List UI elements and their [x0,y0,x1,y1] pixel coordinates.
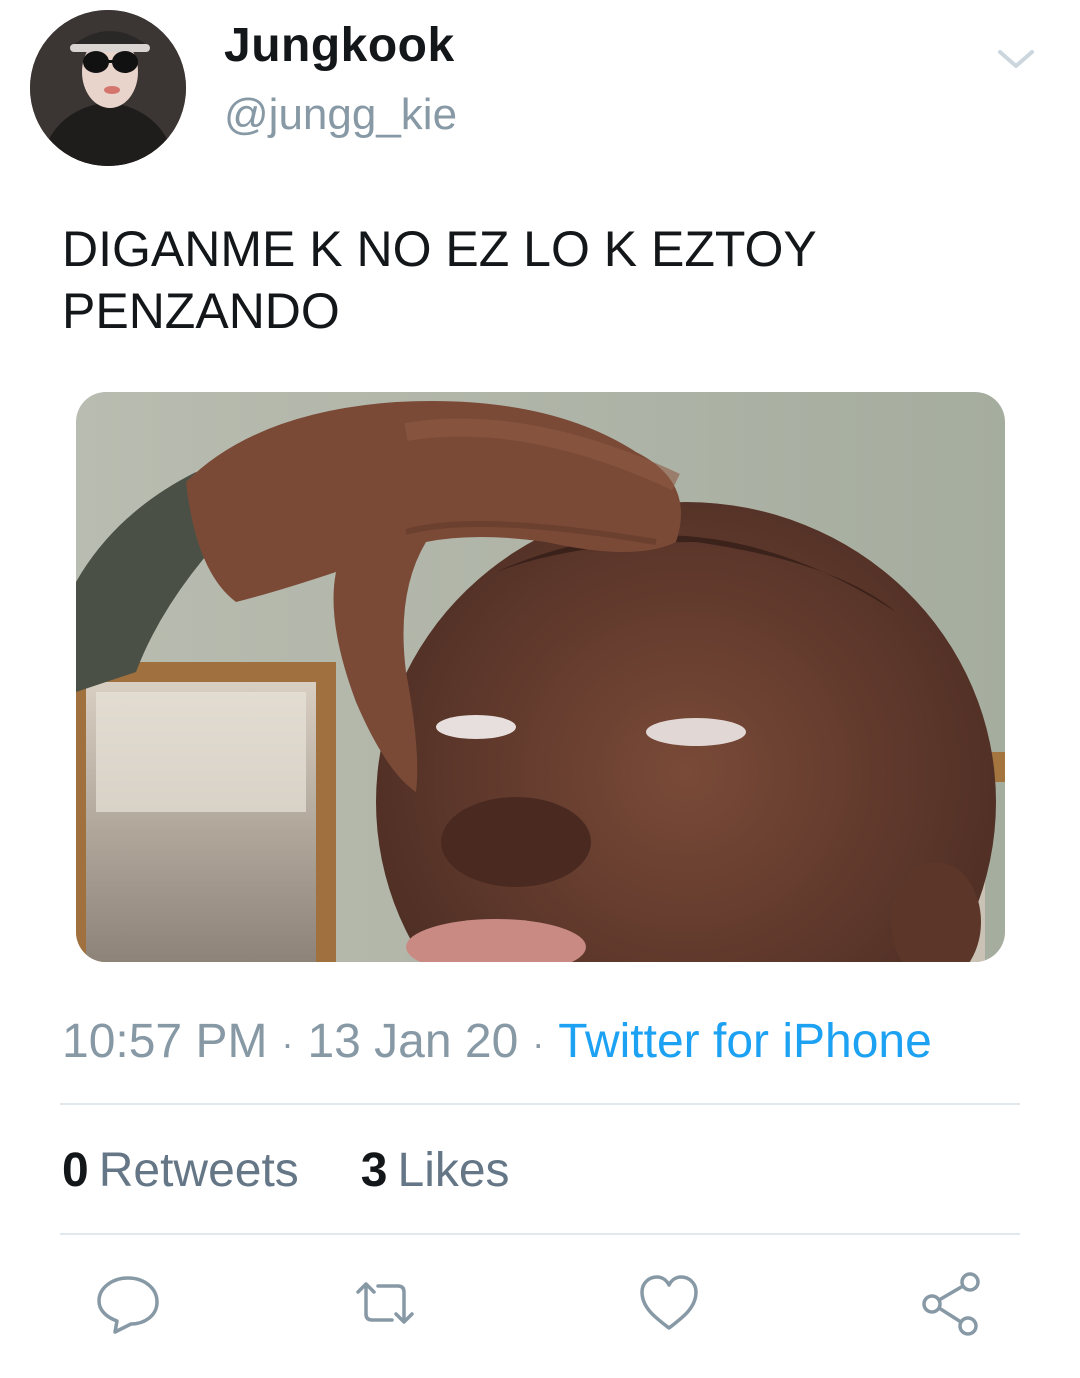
separator-dot: · [281,1023,294,1065]
divider [60,1103,1020,1105]
display-name[interactable]: Jungkook [224,18,455,73]
heart-icon[interactable] [636,1270,702,1336]
user-handle[interactable]: @jungg_kie [224,90,457,140]
chevron-down-icon[interactable] [996,44,1036,74]
tweet-date: 13 Jan 20 [307,1015,519,1068]
retweet-icon[interactable] [352,1270,418,1336]
divider [60,1233,1020,1235]
tweet-source-link[interactable]: Twitter for iPhone [558,1015,932,1068]
likes-stat[interactable]: 3 Likes [361,1143,510,1198]
tweet-time: 10:57 PM [62,1015,268,1068]
tweet-timestamp-row: 10:57 PM · 13 Jan 20 · Twitter for iPhone [62,1014,932,1069]
retweets-label: Retweets [98,1144,299,1197]
tweet-media-image[interactable] [76,392,1005,962]
retweets-stat[interactable]: 0 Retweets [62,1143,299,1198]
reply-icon[interactable] [95,1270,161,1336]
tweet-text: DIGANME K NO EZ LO K EZTOY PENZANDO [62,221,817,339]
retweets-count: 0 [62,1144,89,1197]
share-icon[interactable] [918,1270,984,1336]
likes-count: 3 [360,1144,388,1197]
likes-label: Likes [397,1144,510,1197]
avatar[interactable] [30,10,186,166]
tweet-stats: 0 Retweets 3 Likes [62,1143,510,1198]
separator-dot: · [532,1023,545,1065]
